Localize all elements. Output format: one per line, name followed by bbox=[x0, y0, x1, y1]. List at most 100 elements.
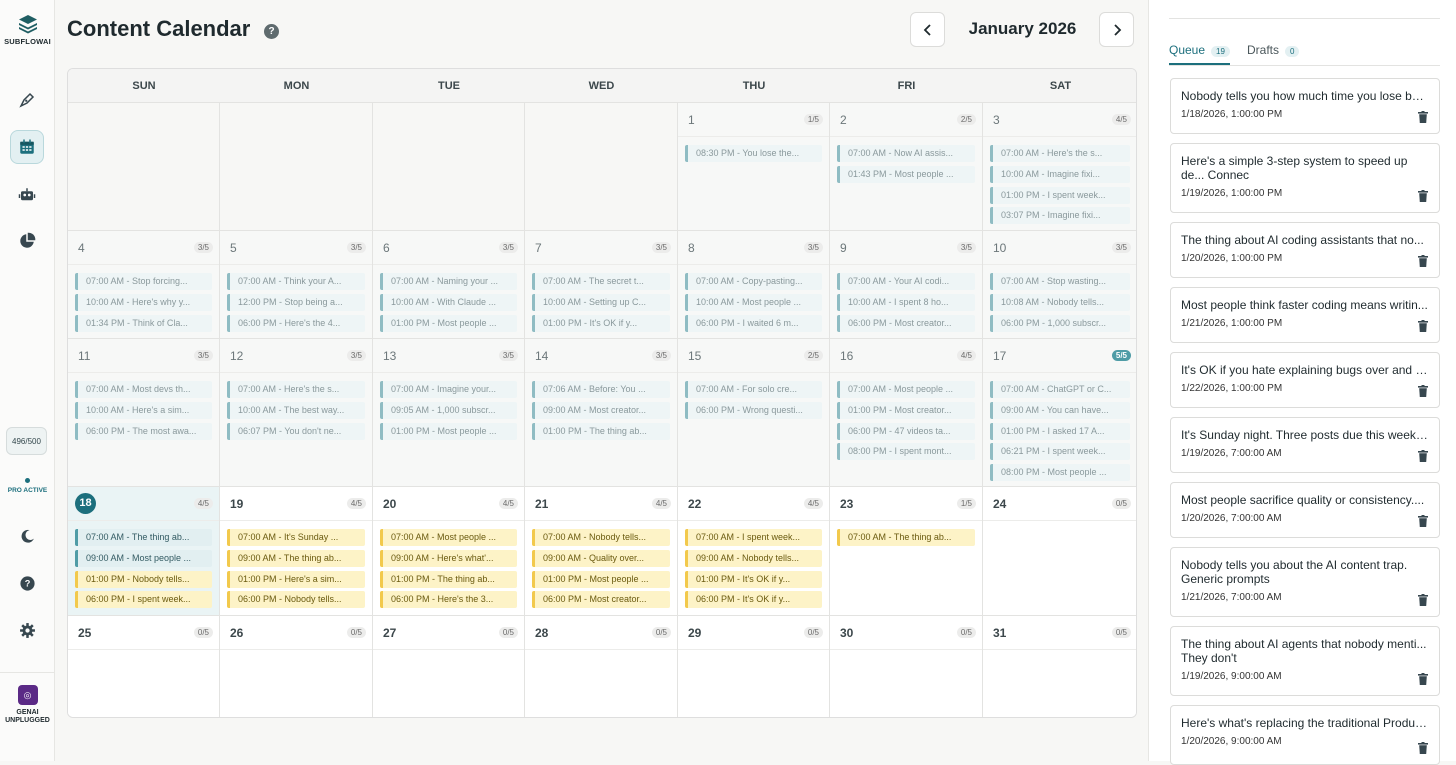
calendar-event[interactable]: 07:00 AM - Most people ... bbox=[837, 381, 975, 398]
nav-agents[interactable] bbox=[10, 178, 44, 212]
calendar-event[interactable]: 06:00 PM - Here's the 3... bbox=[380, 591, 517, 609]
calendar-event[interactable]: 01:00 PM - It's OK if y... bbox=[685, 570, 822, 588]
queue-item[interactable]: Here's a simple 3-step system to speed u… bbox=[1170, 143, 1440, 213]
queue-item[interactable]: Most people think faster coding means wr… bbox=[1170, 287, 1440, 343]
day-cell[interactable]: 24 0/5 bbox=[983, 487, 1136, 616]
day-cell[interactable]: 28 0/5 bbox=[525, 616, 678, 717]
trash-icon[interactable] bbox=[1418, 111, 1428, 123]
calendar-event[interactable]: 07:00 AM - Nobody tells... bbox=[532, 529, 670, 546]
calendar-event[interactable]: 09:00 AM - You can have... bbox=[990, 401, 1130, 419]
calendar-event[interactable]: 07:00 AM - Now AI assis... bbox=[837, 145, 975, 162]
calendar-event[interactable]: 01:00 PM - Nobody tells... bbox=[75, 570, 212, 588]
day-cell[interactable]: 16 4/5 07:00 AM - Most people ... 01:00 PM … bbox=[830, 339, 983, 487]
calendar-event[interactable]: 10:00 AM - Here's a sim... bbox=[75, 401, 212, 419]
calendar-event[interactable]: 07:00 AM - For solo cre... bbox=[685, 381, 822, 398]
calendar-event[interactable]: 09:00 AM - Here's what'... bbox=[380, 549, 517, 567]
calendar-event[interactable]: 06:00 PM - I waited 6 m... bbox=[685, 314, 822, 332]
calendar-event[interactable]: 09:00 AM - Most people ... bbox=[75, 549, 212, 567]
calendar-event[interactable]: 06:00 PM - 1,000 subscr... bbox=[990, 314, 1130, 332]
day-cell[interactable]: 10 3/5 07:00 AM - Stop wasting... 10:08 AM … bbox=[983, 231, 1136, 339]
trash-icon[interactable] bbox=[1418, 450, 1428, 462]
calendar-event[interactable]: 07:00 AM - The secret t... bbox=[532, 273, 670, 290]
day-cell[interactable]: 25 0/5 bbox=[68, 616, 220, 717]
day-cell[interactable]: 19 4/5 07:00 AM - It's Sunday ... 09:00 AM … bbox=[220, 487, 373, 616]
calendar-event[interactable]: 10:00 AM - Imagine fixi... bbox=[990, 165, 1130, 183]
prev-month-button[interactable] bbox=[910, 12, 945, 47]
calendar-event[interactable]: 01:00 PM - I asked 17 A... bbox=[990, 422, 1130, 440]
calendar-event[interactable]: 07:00 AM - The thing ab... bbox=[75, 529, 212, 546]
calendar-event[interactable]: 07:00 AM - ChatGPT or C... bbox=[990, 381, 1130, 398]
day-cell[interactable]: 22 4/5 07:00 AM - I spent week... 09:00 AM … bbox=[678, 487, 830, 616]
calendar-event[interactable]: 07:00 AM - Naming your ... bbox=[380, 273, 517, 290]
calendar-event[interactable]: 10:08 AM - Nobody tells... bbox=[990, 293, 1130, 311]
calendar-event[interactable]: 07:00 AM - Most people ... bbox=[380, 529, 517, 546]
day-cell[interactable]: 17 5/5 07:00 AM - ChatGPT or C... 09:00 AM … bbox=[983, 339, 1136, 487]
calendar-event[interactable]: 01:00 PM - Most people ... bbox=[380, 314, 517, 332]
day-cell[interactable]: 11 3/5 07:00 AM - Most devs th... 10:00 AM … bbox=[68, 339, 220, 487]
calendar-event[interactable]: 07:00 AM - Think your A... bbox=[227, 273, 365, 290]
calendar-event[interactable]: 01:00 PM - Most creator... bbox=[837, 401, 975, 419]
trash-icon[interactable] bbox=[1418, 594, 1428, 606]
day-cell[interactable]: 13 3/5 07:00 AM - Imagine your... 09:05 AM … bbox=[373, 339, 525, 487]
help-button[interactable]: ? bbox=[10, 566, 44, 600]
day-cell[interactable]: 18 4/5 07:00 AM - The thing ab... 09:00 AM … bbox=[68, 487, 220, 616]
queue-item[interactable]: Here's what's replacing the traditional … bbox=[1170, 705, 1440, 765]
calendar-event[interactable]: 10:00 AM - Setting up C... bbox=[532, 293, 670, 311]
calendar-event[interactable]: 07:00 AM - Stop forcing... bbox=[75, 273, 212, 290]
calendar-event[interactable]: 08:30 PM - You lose the... bbox=[685, 145, 822, 162]
calendar-event[interactable]: 06:00 PM - Most creator... bbox=[532, 591, 670, 609]
settings-button[interactable] bbox=[10, 613, 44, 647]
calendar-event[interactable]: 09:00 AM - Most creator... bbox=[532, 401, 670, 419]
queue-item[interactable]: The thing about AI coding assistants tha… bbox=[1170, 222, 1440, 278]
calendar-event[interactable]: 09:00 AM - The thing ab... bbox=[227, 549, 365, 567]
day-cell[interactable]: 7 3/5 07:00 AM - The secret t... 10:00 AM -… bbox=[525, 231, 678, 339]
queue-item[interactable]: It's Sunday night. Three posts due this … bbox=[1170, 417, 1440, 473]
tab-queue[interactable]: Queue 19 bbox=[1169, 43, 1230, 65]
tab-drafts[interactable]: Drafts 0 bbox=[1247, 43, 1300, 65]
day-cell[interactable]: 12 3/5 07:00 AM - Here's the s... 10:00 AM … bbox=[220, 339, 373, 487]
calendar-event[interactable]: 01:00 PM - Most people ... bbox=[532, 570, 670, 588]
calendar-event[interactable]: 10:00 AM - I spent 8 ho... bbox=[837, 293, 975, 311]
calendar-event[interactable]: 01:00 PM - I spent week... bbox=[990, 186, 1130, 204]
calendar-event[interactable]: 01:43 PM - Most people ... bbox=[837, 165, 975, 183]
day-cell[interactable]: 9 3/5 07:00 AM - Your AI codi... 10:00 AM -… bbox=[830, 231, 983, 339]
calendar-event[interactable]: 10:00 AM - Most people ... bbox=[685, 293, 822, 311]
calendar-event[interactable]: 07:00 AM - Your AI codi... bbox=[837, 273, 975, 290]
day-cell[interactable]: 4 3/5 07:00 AM - Stop forcing... 10:00 AM -… bbox=[68, 231, 220, 339]
day-cell[interactable]: 6 3/5 07:00 AM - Naming your ... 10:00 AM -… bbox=[373, 231, 525, 339]
calendar-event[interactable]: 01:00 PM - Here's a sim... bbox=[227, 570, 365, 588]
day-cell[interactable]: 14 3/5 07:06 AM - Before: You ... 09:00 AM … bbox=[525, 339, 678, 487]
calendar-event[interactable]: 06:00 PM - It's OK if y... bbox=[685, 591, 822, 609]
calendar-event[interactable]: 06:00 PM - The most awa... bbox=[75, 422, 212, 440]
calendar-event[interactable]: 06:00 PM - Wrong questi... bbox=[685, 401, 822, 419]
calendar-event[interactable]: 01:34 PM - Think of Cla... bbox=[75, 314, 212, 332]
day-cell[interactable]: 29 0/5 bbox=[678, 616, 830, 717]
queue-item[interactable]: Nobody tells you about the AI content tr… bbox=[1170, 547, 1440, 617]
calendar-event[interactable]: 01:00 PM - The thing ab... bbox=[380, 570, 517, 588]
queue-item[interactable]: Nobody tells you how much time you lose … bbox=[1170, 78, 1440, 134]
brand-logo[interactable]: SUBFLOWAI bbox=[0, 14, 55, 46]
day-cell[interactable]: 5 3/5 07:00 AM - Think your A... 12:00 PM -… bbox=[220, 231, 373, 339]
day-cell[interactable]: 30 0/5 bbox=[830, 616, 983, 717]
calendar-event[interactable]: 09:05 AM - 1,000 subscr... bbox=[380, 401, 517, 419]
calendar-event[interactable]: 07:00 AM - Here's the s... bbox=[990, 145, 1130, 162]
nav-analytics[interactable] bbox=[10, 224, 44, 258]
calendar-event[interactable]: 07:06 AM - Before: You ... bbox=[532, 381, 670, 398]
calendar-event[interactable]: 06:21 PM - I spent week... bbox=[990, 443, 1130, 461]
day-cell[interactable]: 15 2/5 07:00 AM - For solo cre... 06:00 PM … bbox=[678, 339, 830, 487]
day-cell[interactable]: 3 4/5 07:00 AM - Here's the s... 10:00 AM -… bbox=[983, 103, 1136, 231]
next-month-button[interactable] bbox=[1099, 12, 1134, 47]
title-help-icon[interactable]: ? bbox=[264, 24, 279, 39]
trash-icon[interactable] bbox=[1418, 385, 1428, 397]
day-cell[interactable]: 31 0/5 bbox=[983, 616, 1136, 717]
calendar-event[interactable]: 07:00 AM - Stop wasting... bbox=[990, 273, 1130, 290]
day-cell[interactable]: 27 0/5 bbox=[373, 616, 525, 717]
trash-icon[interactable] bbox=[1418, 515, 1428, 527]
nav-calendar[interactable] bbox=[10, 130, 44, 164]
day-cell[interactable]: 20 4/5 07:00 AM - Most people ... 09:00 AM … bbox=[373, 487, 525, 616]
calendar-event[interactable]: 01:00 PM - The thing ab... bbox=[532, 422, 670, 440]
calendar-event[interactable]: 10:00 AM - The best way... bbox=[227, 401, 365, 419]
trash-icon[interactable] bbox=[1418, 190, 1428, 202]
calendar-event[interactable]: 09:00 AM - Quality over... bbox=[532, 549, 670, 567]
day-cell[interactable]: 26 0/5 bbox=[220, 616, 373, 717]
